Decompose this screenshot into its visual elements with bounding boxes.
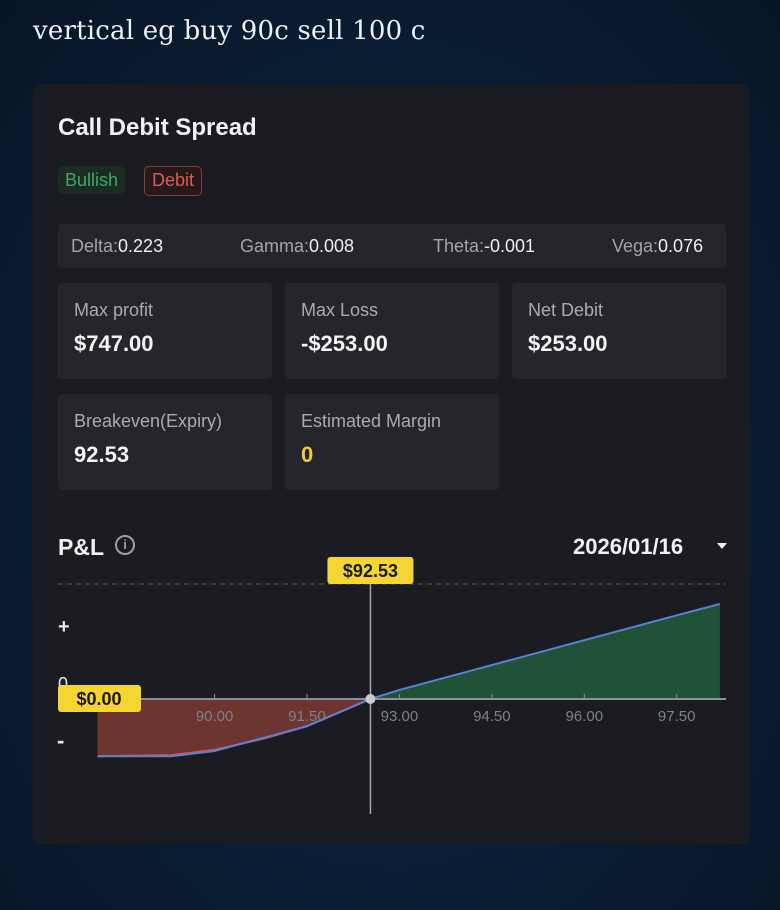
- max-loss-label: Max Loss: [301, 300, 379, 320]
- strategy-card: Call Debit Spread Bullish Debit Delta:0.…: [33, 84, 750, 844]
- axis-minus-label: -: [57, 728, 64, 753]
- max-loss-box: Max Loss -$253.00: [285, 283, 499, 379]
- pnl-chart[interactable]: 90.00 91.50 93.00 94.50 96.00 97.50+0-$92.53$…: [33, 554, 750, 844]
- zero-pnl-label: $0.00: [76, 689, 121, 709]
- greeks-bar: Delta:0.223 Gamma:0.008 Theta:-0.001 Veg…: [58, 224, 726, 268]
- cursor-price-label: $92.53: [343, 561, 398, 581]
- greek-theta: Theta:-0.001: [433, 236, 536, 256]
- breakeven-label: Breakeven(Expiry): [74, 411, 223, 431]
- net-debit-box: Net Debit $253.00: [512, 283, 726, 379]
- strategy-title: Call Debit Spread: [58, 114, 257, 141]
- x-tick-label-4: 96.00: [566, 708, 604, 725]
- max-profit-box: Max profit $747.00: [58, 283, 272, 379]
- caret-down-icon[interactable]: [717, 543, 727, 549]
- x-tick-label-3: 94.50: [473, 708, 511, 725]
- max-profit-label: Max profit: [74, 300, 154, 320]
- x-tick-label-1: 91.50: [288, 708, 326, 725]
- net-debit-value: $253.00: [528, 331, 608, 356]
- x-tick-label-5: 97.50: [658, 708, 696, 725]
- max-profit-value: $747.00: [74, 331, 154, 356]
- crosshair-dot: [365, 694, 376, 704]
- estimated-margin-label: Estimated Margin: [301, 411, 442, 431]
- net-debit-label: Net Debit: [528, 300, 604, 320]
- x-tick-label-2: 93.00: [381, 708, 419, 725]
- estimated-margin-value: 0: [301, 442, 314, 467]
- caption-text: vertical eg buy 90c sell 100 c: [33, 16, 426, 46]
- greek-gamma: Gamma:0.008: [240, 236, 355, 256]
- debit-tag: Debit: [144, 166, 203, 196]
- greek-delta: Delta:0.223: [71, 236, 164, 256]
- axis-plus-label: +: [58, 616, 70, 638]
- greek-vega: Vega:0.076: [612, 236, 704, 256]
- breakeven-value: 92.53: [74, 442, 130, 467]
- max-loss-value: -$253.00: [301, 331, 388, 356]
- breakeven-box: Breakeven(Expiry) 92.53: [58, 394, 272, 490]
- info-icon[interactable]: i: [115, 535, 135, 555]
- bullish-tag: Bullish: [58, 166, 126, 194]
- x-tick-label-0: 90.00: [196, 708, 234, 725]
- estimated-margin-box: Estimated Margin 0: [285, 394, 499, 490]
